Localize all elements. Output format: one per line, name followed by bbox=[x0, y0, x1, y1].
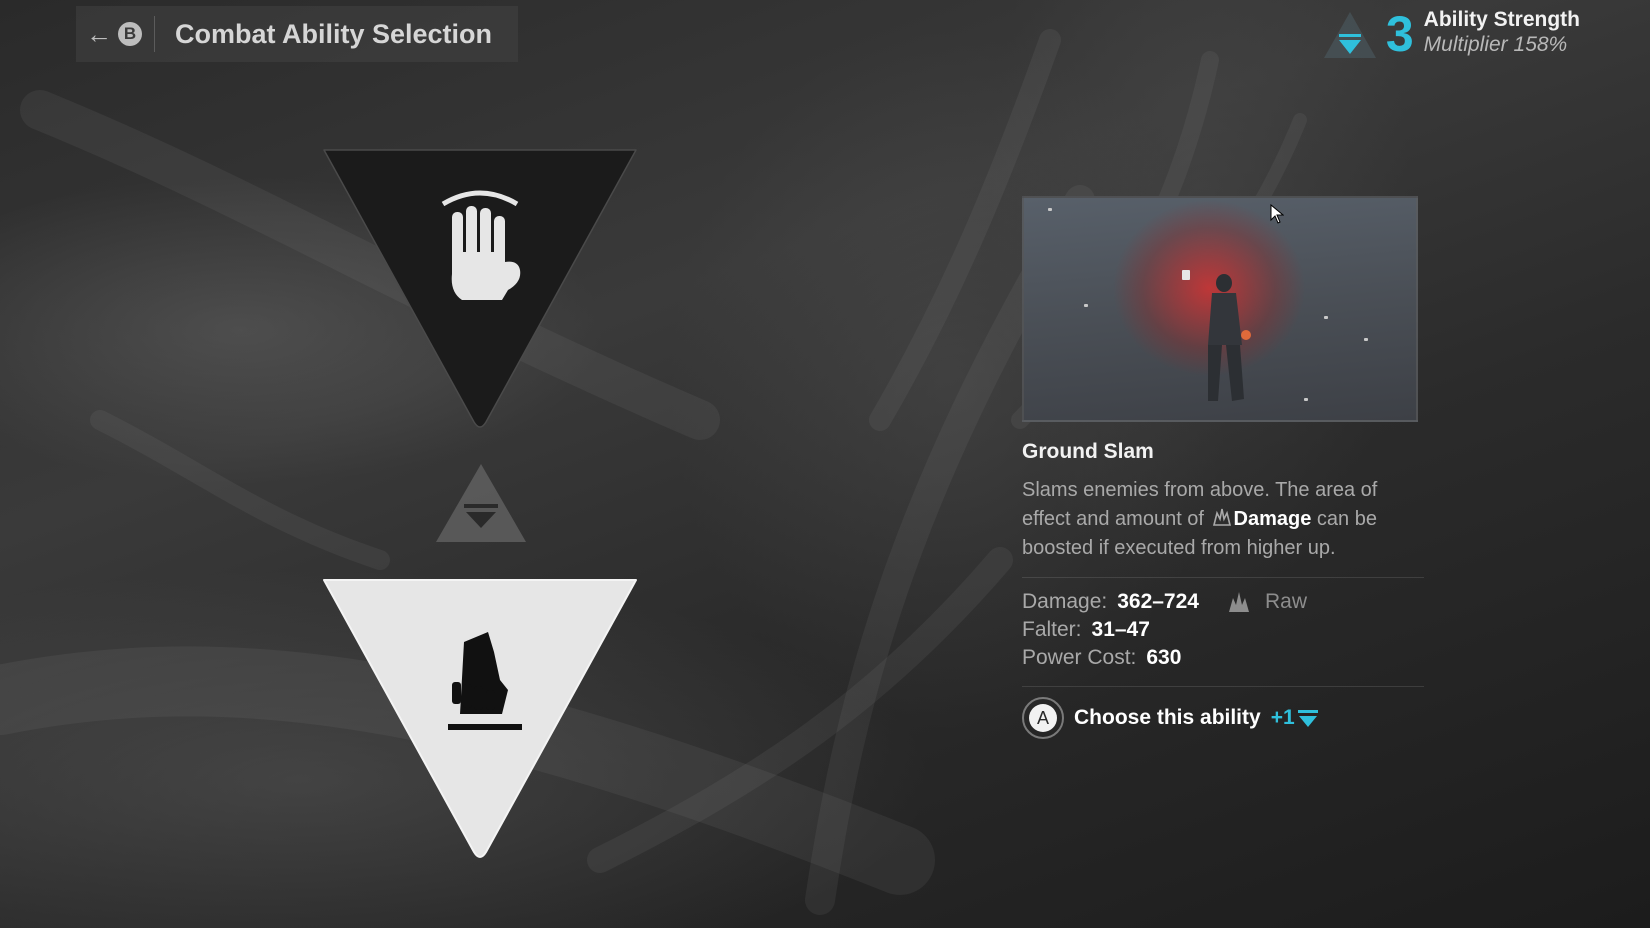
damage-stat: Damage: 362–724 Raw bbox=[1022, 588, 1424, 616]
back-arrow-icon: ← bbox=[86, 19, 112, 49]
ability-detail-panel: Ground Slam Slams enemies from above. Th… bbox=[1022, 196, 1424, 739]
power-cost-stat: Power Cost: 630 bbox=[1022, 646, 1182, 669]
debris bbox=[1324, 316, 1328, 319]
debris bbox=[1304, 398, 1308, 401]
a-button-icon: A bbox=[1022, 697, 1064, 739]
strength-points: 3 bbox=[1385, 6, 1414, 62]
page-title: Combat Ability Selection bbox=[175, 18, 493, 49]
debris bbox=[1364, 338, 1368, 341]
debris bbox=[1048, 208, 1052, 211]
ability-node-upgrade[interactable] bbox=[434, 462, 528, 544]
strength-multiplier: Multiplier 158% bbox=[1423, 33, 1568, 56]
divider bbox=[1022, 577, 1424, 578]
damage-keyword: Damage bbox=[1233, 508, 1312, 530]
ability-strength-display: 3 Ability Strength Multiplier 158% bbox=[1322, 8, 1580, 60]
title-bar: ← B Combat Ability Selection bbox=[76, 6, 518, 62]
falter-stat: Falter: 31–47 bbox=[1022, 618, 1150, 641]
strength-point-icon bbox=[1297, 710, 1318, 727]
b-button-icon: B bbox=[118, 22, 142, 46]
ability-preview-video[interactable] bbox=[1022, 196, 1418, 422]
strength-point-icon bbox=[1323, 12, 1376, 58]
debris bbox=[1182, 270, 1190, 280]
debris bbox=[1084, 304, 1088, 307]
character-figure bbox=[1208, 274, 1251, 401]
ability-node-ground-slam[interactable] bbox=[312, 572, 648, 862]
back-button[interactable]: ← B bbox=[76, 6, 154, 62]
damage-type: Raw bbox=[1227, 588, 1307, 616]
raw-damage-icon bbox=[1228, 592, 1249, 612]
choose-ability-label: Choose this ability bbox=[1074, 706, 1261, 729]
mouse-cursor-icon bbox=[1270, 204, 1284, 224]
divider bbox=[1022, 686, 1424, 687]
ability-description: Slams enemies from above. The area of ef… bbox=[1022, 479, 1378, 559]
strength-bonus: +1 bbox=[1271, 706, 1319, 730]
ability-node-top[interactable] bbox=[312, 142, 648, 432]
damage-icon bbox=[1212, 508, 1231, 526]
strength-label: Ability Strength bbox=[1423, 8, 1580, 31]
ability-name: Ground Slam bbox=[1022, 440, 1154, 463]
header-divider bbox=[154, 16, 155, 52]
choose-ability-button[interactable]: A Choose this ability +1 bbox=[1022, 697, 1424, 739]
